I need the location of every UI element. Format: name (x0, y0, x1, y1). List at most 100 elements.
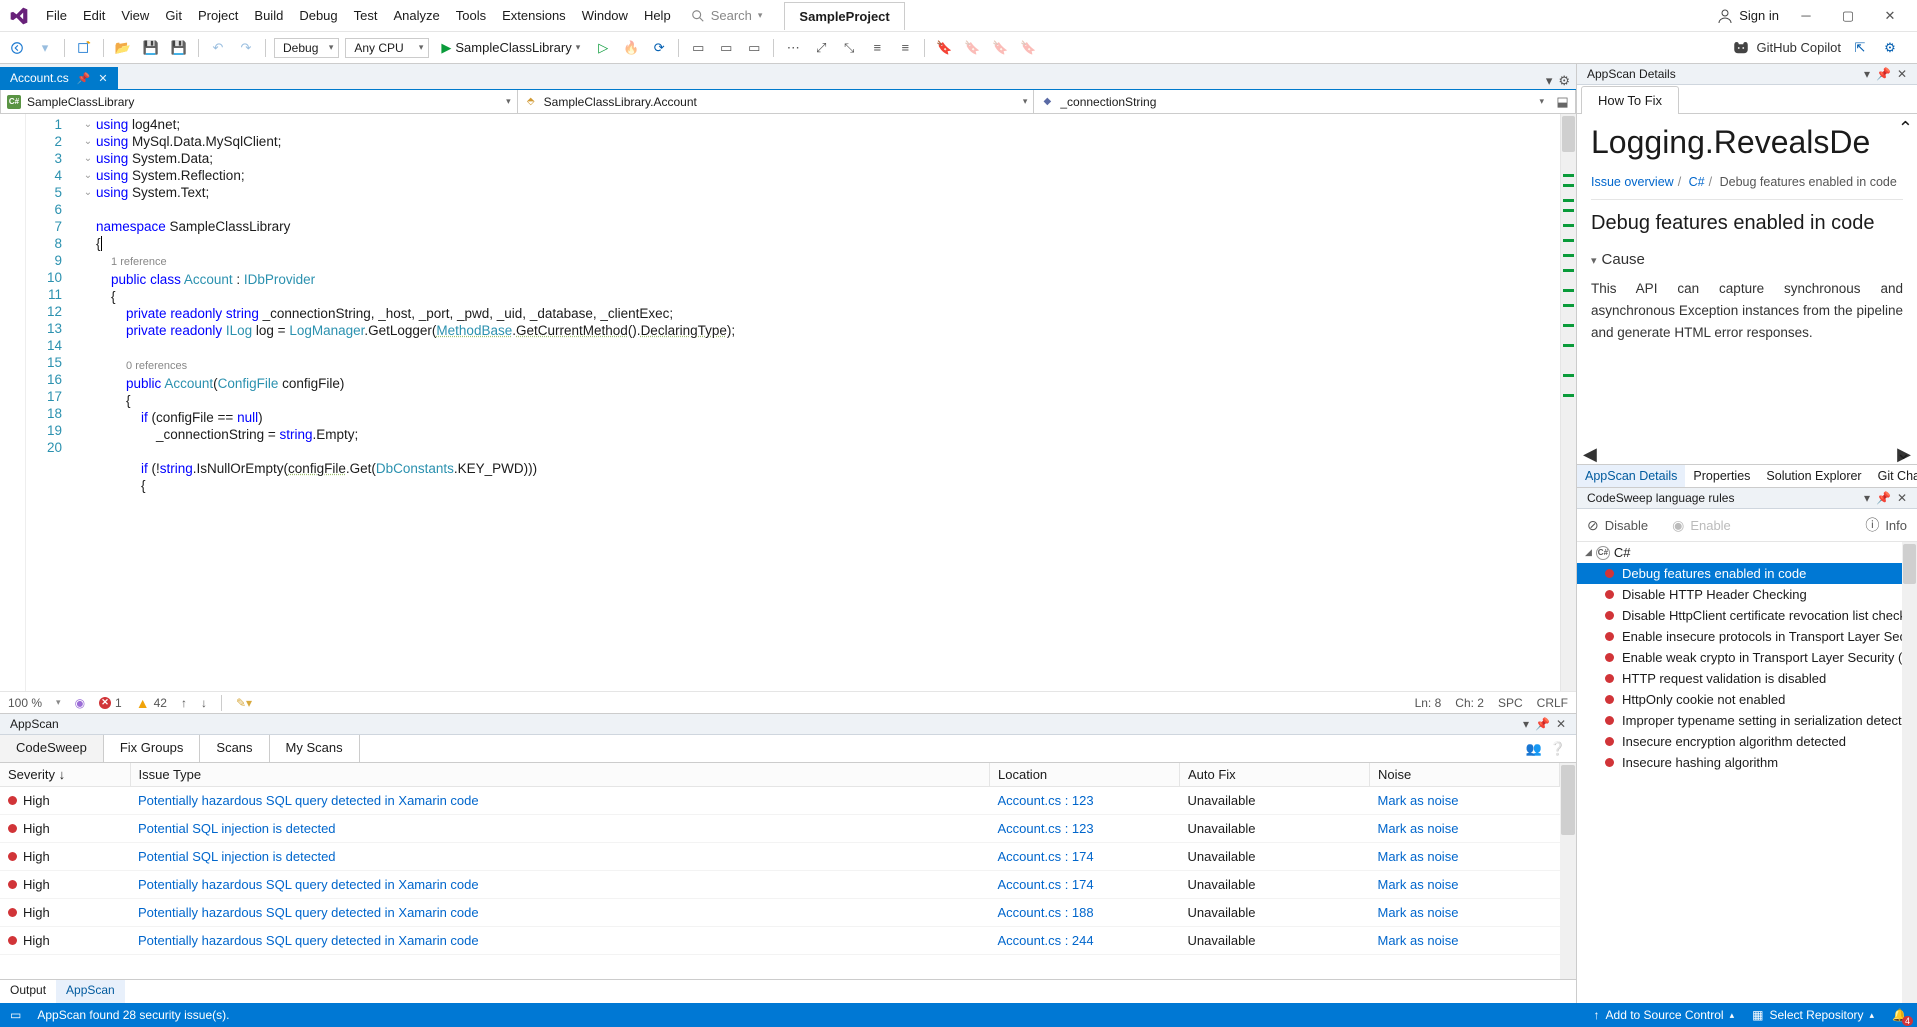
menu-edit[interactable]: Edit (75, 4, 113, 27)
rules-dropdown-icon[interactable]: ▾ (1864, 491, 1870, 505)
tab-gear-icon[interactable]: ⚙ (1558, 73, 1570, 89)
platform-dropdown[interactable]: Any CPU (345, 38, 429, 58)
nav-member-dropdown[interactable]: ◆ _connectionString (1033, 90, 1550, 114)
next-issue-button[interactable]: ↓ (201, 696, 207, 710)
bookmark-button[interactable]: 🔖 (933, 37, 955, 59)
results-scrollbar[interactable] (1560, 763, 1576, 979)
rules-language-node[interactable]: ◢ C# C# (1577, 542, 1917, 563)
rule-item[interactable]: HTTP request validation is disabled (1577, 668, 1917, 689)
menu-debug[interactable]: Debug (291, 4, 345, 27)
config-dropdown[interactable]: Debug (274, 38, 339, 58)
add-source-control[interactable]: ↑Add to Source Control▴ (1594, 1008, 1735, 1022)
col-issue[interactable]: Issue Type (130, 763, 990, 787)
tb-icon-4[interactable]: ⋯ (782, 37, 804, 59)
noise-link[interactable]: Mark as noise (1378, 877, 1459, 892)
bookmark-next[interactable]: 🔖 (989, 37, 1011, 59)
code-editor[interactable]: 1234567891011121314151617181920 ⌄⌄⌄⌄⌄ us… (0, 114, 1576, 691)
eol-mode[interactable]: CRLF (1537, 696, 1568, 710)
col-location[interactable]: Location (990, 763, 1180, 787)
menu-file[interactable]: File (38, 4, 75, 27)
location-link[interactable]: Account.cs : 188 (998, 905, 1094, 920)
footer-tab-appscan[interactable]: AppScan (56, 980, 125, 1003)
issue-link[interactable]: Potential SQL injection is detected (138, 849, 336, 864)
rule-item[interactable]: Enable weak crypto in Transport Layer Se… (1577, 647, 1917, 668)
tb-icon-1[interactable]: ▭ (687, 37, 709, 59)
col-auto[interactable]: Auto Fix (1180, 763, 1370, 787)
appscan-tab-scans[interactable]: Scans (200, 735, 269, 762)
noise-link[interactable]: Mark as noise (1378, 933, 1459, 948)
nav-fwd-button[interactable]: ▾ (34, 37, 56, 59)
rule-item[interactable]: Insecure hashing algorithm (1577, 752, 1917, 773)
location-link[interactable]: Account.cs : 244 (998, 933, 1094, 948)
help-icon[interactable]: ❔ (1550, 741, 1566, 757)
redo-button[interactable]: ↷ (235, 37, 257, 59)
fold-column[interactable]: ⌄⌄⌄⌄⌄ (80, 114, 96, 691)
menu-project[interactable]: Project (190, 4, 246, 27)
noise-link[interactable]: Mark as noise (1378, 905, 1459, 920)
result-row[interactable]: High Potentially hazardous SQL query det… (0, 871, 1560, 899)
rule-item[interactable]: Enable insecure protocols in Transport L… (1577, 626, 1917, 647)
issue-link[interactable]: Potentially hazardous SQL query detected… (138, 877, 479, 892)
appscan-tab-codesweep[interactable]: CodeSweep (0, 735, 104, 762)
warning-count[interactable]: ▲42 (136, 695, 167, 711)
maximize-button[interactable]: ▢ (1833, 5, 1863, 27)
sign-in-button[interactable]: Sign in (1717, 8, 1779, 24)
appscan-results-grid[interactable]: Severity ↓Issue TypeLocationAuto FixNois… (0, 763, 1560, 979)
nav-class-dropdown[interactable]: ⬘ SampleClassLibrary.Account (517, 90, 1034, 114)
issue-link[interactable]: Potential SQL injection is detected (138, 821, 336, 836)
rule-item[interactable]: HttpOnly cookie not enabled (1577, 689, 1917, 710)
close-tab-icon[interactable]: ✕ (98, 72, 107, 85)
location-link[interactable]: Account.cs : 123 (998, 821, 1094, 836)
menu-tools[interactable]: Tools (448, 4, 494, 27)
details-pin-icon[interactable]: 📌 (1876, 67, 1891, 81)
save-all-button[interactable]: 💾 (168, 37, 190, 59)
tb-icon-6[interactable]: ⤡ (838, 37, 860, 59)
hotreload-button[interactable]: 🔥 (620, 37, 642, 59)
split-view-button[interactable]: ⬓ (1550, 90, 1576, 114)
rules-close-icon[interactable]: ✕ (1897, 491, 1907, 505)
details-dropdown-icon[interactable]: ▾ (1864, 67, 1870, 81)
menu-test[interactable]: Test (346, 4, 386, 27)
right-tab-solution-explorer[interactable]: Solution Explorer (1758, 465, 1869, 487)
panel-close-icon[interactable]: ✕ (1556, 717, 1566, 731)
result-row[interactable]: High Potentially hazardous SQL query det… (0, 787, 1560, 815)
tb-icon-3[interactable]: ▭ (743, 37, 765, 59)
code-content[interactable]: using log4net;using MySql.Data.MySqlClie… (96, 114, 1560, 691)
close-button[interactable]: ✕ (1875, 5, 1905, 27)
details-breadcrumb[interactable]: Issue overview/ C#/ Debug features enabl… (1591, 175, 1903, 200)
document-tab[interactable]: Account.cs 📌 ✕ (0, 67, 118, 89)
menu-extensions[interactable]: Extensions (494, 4, 574, 27)
highlight-icon[interactable]: ✎▾ (236, 696, 252, 710)
location-link[interactable]: Account.cs : 174 (998, 849, 1094, 864)
nav-project-dropdown[interactable]: C# SampleClassLibrary (0, 90, 517, 114)
col-noise[interactable]: Noise (1370, 763, 1560, 787)
noise-link[interactable]: Mark as noise (1378, 793, 1459, 808)
result-row[interactable]: High Potentially hazardous SQL query det… (0, 927, 1560, 955)
menu-view[interactable]: View (113, 4, 157, 27)
rules-pin-icon[interactable]: 📌 (1876, 491, 1891, 505)
right-tab-git-changes[interactable]: Git Changes (1870, 465, 1917, 487)
bookmark-clear[interactable]: 🔖 (1017, 37, 1039, 59)
start-no-debug-button[interactable]: ▷ (592, 37, 614, 59)
prev-issue-button[interactable]: ↑ (181, 696, 187, 710)
share-button[interactable]: ⇱ (1849, 37, 1871, 59)
scroll-up-icon[interactable]: ⌃ (1898, 118, 1913, 139)
open-button[interactable]: 📂 (112, 37, 134, 59)
rule-item[interactable]: Insecure encryption algorithm detected (1577, 731, 1917, 752)
panel-dropdown-icon[interactable]: ▾ (1523, 717, 1529, 731)
pin-icon[interactable]: 📌 (77, 72, 91, 85)
result-row[interactable]: High Potential SQL injection is detected… (0, 815, 1560, 843)
col-severity[interactable]: Severity ↓ (0, 763, 130, 787)
start-debug-button[interactable]: ▶ SampleClassLibrary ▾ (435, 38, 586, 58)
indent-mode[interactable]: SPC (1498, 696, 1523, 710)
menu-git[interactable]: Git (157, 4, 190, 27)
minimize-button[interactable]: ─ (1791, 5, 1821, 27)
tb-icon-2[interactable]: ▭ (715, 37, 737, 59)
details-close-icon[interactable]: ✕ (1897, 67, 1907, 81)
copilot-button[interactable]: GitHub Copilot (1732, 39, 1841, 57)
menu-build[interactable]: Build (246, 4, 291, 27)
undo-button[interactable]: ↶ (207, 37, 229, 59)
bookmark-prev[interactable]: 🔖 (961, 37, 983, 59)
tb-icon-7[interactable]: ≡ (866, 37, 888, 59)
tb-icon-8[interactable]: ≡ (894, 37, 916, 59)
